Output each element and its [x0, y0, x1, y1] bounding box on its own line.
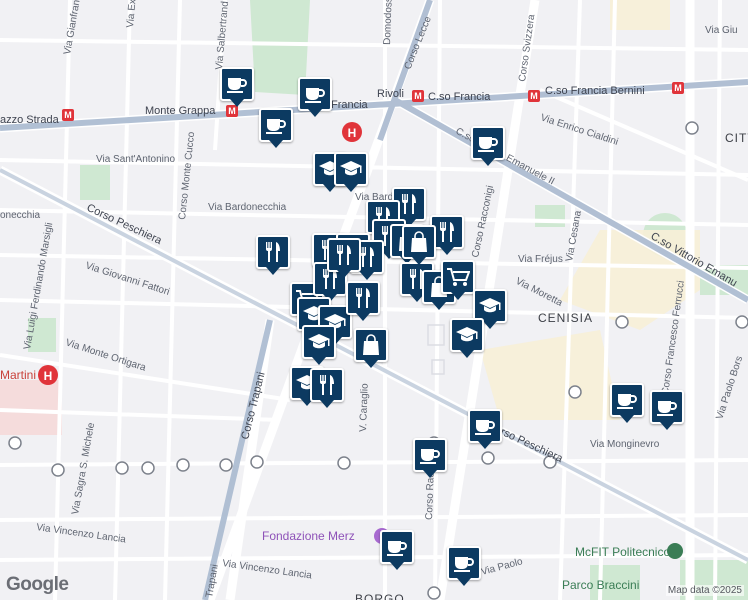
label-mcfit: McFIT Politecnico [575, 545, 670, 559]
restaurant-icon [353, 287, 373, 309]
svg-text:H: H [348, 126, 357, 140]
cafe-icon [265, 116, 287, 134]
label-via-sant-antonino: Via Sant'Antonino [96, 154, 175, 165]
map-marker-cafe[interactable] [220, 67, 254, 101]
cafe-icon [304, 85, 326, 103]
map-marker-shopping-cart[interactable] [441, 260, 475, 294]
svg-text:M: M [674, 83, 682, 93]
restaurant-icon [399, 193, 419, 215]
label-cso-francia-bernini: C.so Francia Bernini [545, 85, 645, 97]
cafe-icon [616, 391, 638, 409]
map-marker-restaurant[interactable] [346, 281, 380, 315]
cafe-icon [226, 75, 248, 93]
svg-text:M: M [64, 110, 72, 120]
school-icon [339, 160, 363, 178]
cafe-icon [419, 446, 441, 464]
google-logo: Google [6, 574, 69, 595]
svg-text:M: M [228, 106, 236, 116]
map-marker-school[interactable] [302, 325, 336, 359]
label-martini: Martini [0, 368, 36, 382]
restaurant-icon [437, 221, 457, 243]
map-marker-cafe[interactable] [650, 390, 684, 424]
svg-text:M: M [530, 91, 538, 101]
cafe-icon [453, 554, 475, 572]
label-via-domodossola: Domodossola [382, 0, 395, 45]
restaurant-icon [334, 244, 354, 266]
label-via-giu: Via Giu [705, 25, 738, 36]
school-icon [307, 333, 331, 351]
label-via-bardonecchia-left: onecchia [0, 210, 40, 221]
cafe-icon [656, 398, 678, 416]
map-marker-cafe[interactable] [468, 409, 502, 443]
svg-text:H: H [44, 369, 53, 383]
label-via-monginevro: Via Monginevro [590, 439, 660, 450]
label-monte-grappa: Monte Grappa [145, 105, 216, 117]
map-marker-shopping-bag[interactable] [354, 328, 388, 362]
school-icon [455, 326, 479, 344]
map-marker-cafe[interactable] [471, 126, 505, 160]
map-marker-school[interactable] [334, 152, 368, 186]
map-attribution[interactable]: Map data ©2025 [665, 585, 744, 596]
shopping-bag-icon [362, 334, 380, 356]
shopping-bag-icon [410, 231, 428, 253]
label-fondazione-merz: Fondazione Merz [262, 529, 355, 543]
label-parco-braccini: Parco Braccini [562, 578, 639, 592]
label-azzo-strada: azzo Strada [0, 114, 60, 126]
map-marker-cafe[interactable] [610, 383, 644, 417]
cafe-icon [477, 134, 499, 152]
restaurant-icon [317, 374, 337, 396]
label-via-caraglio: V. Caraglio [358, 383, 371, 432]
label-cso-francia: C.so Francia [428, 91, 491, 103]
label-citt: CITT [725, 131, 748, 145]
restaurant-icon [263, 241, 283, 263]
map-marker-restaurant[interactable] [256, 235, 290, 269]
label-borgo: BORGO [355, 592, 405, 600]
label-francia: Francia [331, 99, 369, 111]
cafe-icon [474, 417, 496, 435]
cafe-icon [386, 538, 408, 556]
label-cenisia: CENISIA [538, 311, 593, 325]
map-marker-cafe[interactable] [298, 77, 332, 111]
label-via-bardonecchia: Via Bardonecchia [208, 202, 287, 213]
map-marker-cafe[interactable] [447, 546, 481, 580]
map-canvas[interactable]: M M M M M H H Via Giu Via Gianfran Via E… [0, 0, 748, 600]
map-marker-restaurant[interactable] [327, 238, 361, 272]
map-marker-restaurant[interactable] [310, 368, 344, 402]
map-marker-school[interactable] [450, 318, 484, 352]
map-marker-cafe[interactable] [259, 108, 293, 142]
label-via-frejus: Via Fréjus [518, 254, 563, 265]
school-icon [478, 297, 502, 315]
shopping-cart-icon [446, 267, 470, 287]
label-rivoli: Rivoli [377, 88, 404, 100]
svg-text:M: M [414, 91, 422, 101]
map-marker-shopping-bag[interactable] [402, 225, 436, 259]
map-marker-cafe[interactable] [380, 530, 414, 564]
map-marker-cafe[interactable] [413, 438, 447, 472]
